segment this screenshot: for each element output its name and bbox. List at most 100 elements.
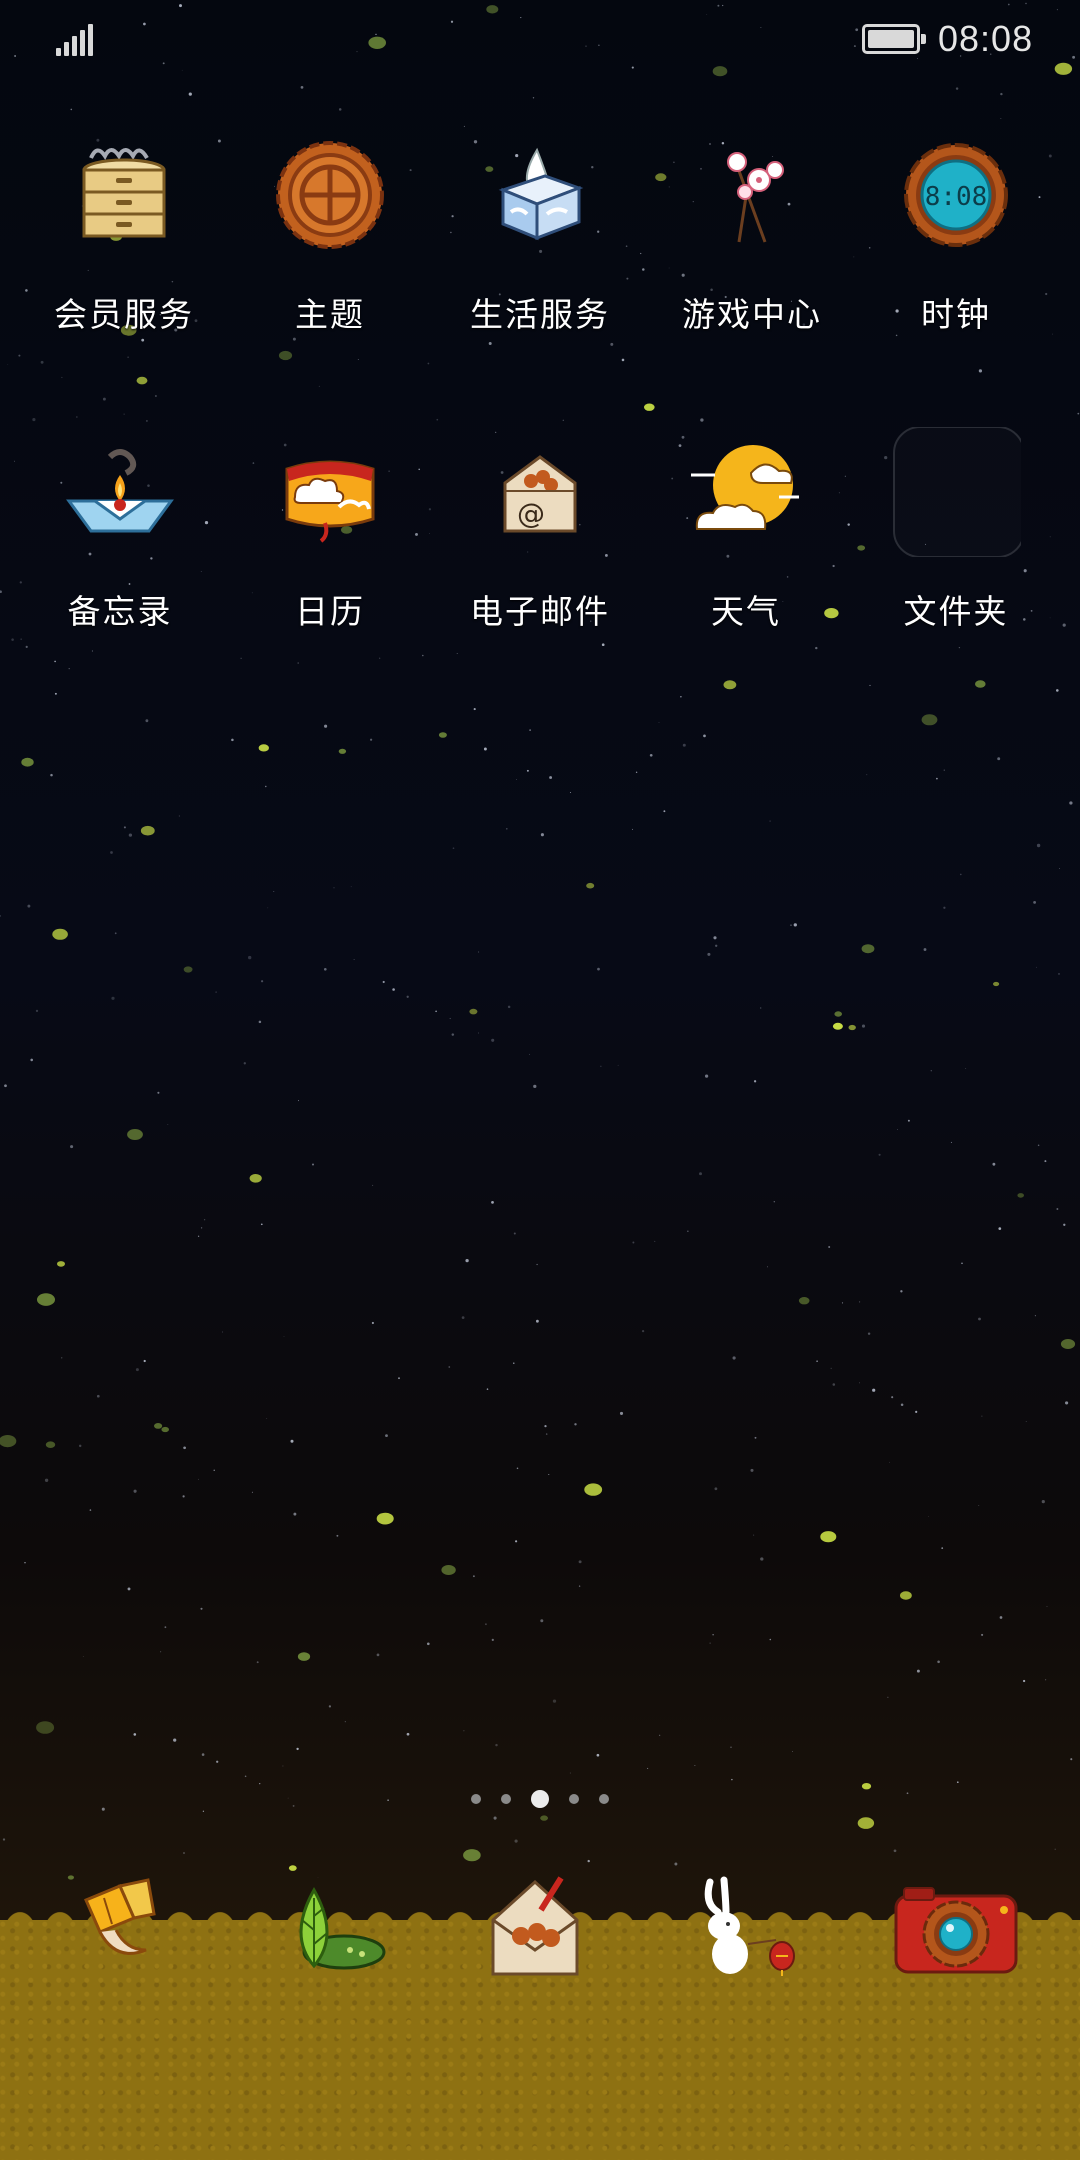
star xyxy=(548,1474,550,1475)
page-dot-active[interactable] xyxy=(531,1790,549,1808)
star xyxy=(344,1721,346,1723)
star xyxy=(1035,966,1037,968)
star xyxy=(529,1053,531,1055)
star xyxy=(610,342,614,346)
star xyxy=(515,779,517,780)
star xyxy=(68,667,70,670)
page-dot[interactable] xyxy=(501,1794,511,1804)
app-folder[interactable]: 文件夹 xyxy=(856,427,1056,633)
star xyxy=(293,1512,297,1516)
star xyxy=(1037,1144,1040,1147)
star xyxy=(640,252,642,255)
page-dot[interactable] xyxy=(599,1794,609,1804)
star xyxy=(173,1738,177,1742)
star xyxy=(658,721,660,723)
app-game-center[interactable]: 游戏中心 xyxy=(652,130,852,336)
app-weather[interactable]: 天气 xyxy=(646,427,846,633)
star xyxy=(654,1240,656,1242)
star xyxy=(923,948,927,951)
star xyxy=(178,815,181,817)
star xyxy=(549,776,553,779)
falling-leaf xyxy=(584,1483,603,1496)
star xyxy=(663,810,666,813)
app-email[interactable]: @ 电子邮件 xyxy=(440,427,640,633)
falling-leaf xyxy=(861,944,875,954)
dock-messages[interactable] xyxy=(258,1870,408,1980)
star xyxy=(324,724,328,728)
star xyxy=(587,1859,590,1863)
app-calendar[interactable]: 日历 xyxy=(230,427,430,633)
app-memo[interactable]: 备忘录 xyxy=(20,427,220,633)
star xyxy=(427,362,430,365)
star xyxy=(491,1201,494,1204)
star xyxy=(632,828,634,830)
star xyxy=(533,1084,537,1089)
star xyxy=(201,1753,205,1756)
tissue-box-icon xyxy=(498,147,584,241)
star xyxy=(596,1753,600,1757)
dock-browser[interactable] xyxy=(465,1870,615,1980)
star xyxy=(830,1367,832,1370)
star xyxy=(859,1382,860,1384)
star xyxy=(18,354,21,357)
star xyxy=(448,1366,451,1368)
app-life-service[interactable]: 生活服务 xyxy=(440,130,640,336)
falling-leaf xyxy=(469,1008,478,1015)
star xyxy=(981,1633,984,1636)
star xyxy=(461,1316,465,1319)
falling-leaf xyxy=(57,1261,65,1267)
dock-camera[interactable] xyxy=(880,1870,1030,1980)
moon-cloud-icon xyxy=(691,445,799,530)
star xyxy=(1058,973,1060,975)
star xyxy=(682,743,686,747)
cloud-calendar-icon xyxy=(285,460,375,543)
star xyxy=(350,886,352,888)
star xyxy=(473,708,476,711)
star xyxy=(545,1433,548,1435)
app-clock[interactable]: 8:08 时钟 xyxy=(856,130,1056,336)
star xyxy=(128,833,133,837)
page-indicator[interactable] xyxy=(0,1787,1080,1811)
star xyxy=(203,1219,206,1221)
star xyxy=(578,1560,582,1564)
star xyxy=(878,1153,881,1156)
star xyxy=(102,397,106,401)
star xyxy=(96,1394,100,1398)
app-theme[interactable]: 主题 xyxy=(230,130,430,336)
app-label: 会员服务 xyxy=(54,295,194,334)
page-dot[interactable] xyxy=(569,1794,579,1804)
star xyxy=(841,1302,844,1304)
star xyxy=(1062,623,1066,627)
star xyxy=(1033,900,1037,904)
star xyxy=(493,1816,497,1820)
dock-contacts[interactable] xyxy=(672,1870,822,1980)
star xyxy=(353,959,355,960)
star xyxy=(900,1290,903,1293)
falling-leaf xyxy=(834,1011,842,1017)
star xyxy=(145,419,148,422)
star xyxy=(1034,1315,1036,1317)
page-dot[interactable] xyxy=(471,1794,481,1804)
star xyxy=(216,1760,219,1763)
star xyxy=(259,1782,261,1785)
star xyxy=(261,980,264,983)
star xyxy=(714,1487,718,1491)
star xyxy=(27,904,31,908)
star xyxy=(465,1258,469,1263)
star xyxy=(992,1162,996,1166)
star xyxy=(950,1141,952,1143)
star xyxy=(769,1638,772,1641)
battery-icon xyxy=(862,24,926,54)
falling-leaf xyxy=(297,1652,311,1661)
star xyxy=(978,369,983,373)
falling-leaf xyxy=(278,350,293,361)
home-screen: 08:08 会员服务 主题 生活服务 游戏中心 8:08 时钟 备忘录 日历 @… xyxy=(0,0,1080,2160)
star xyxy=(40,360,44,364)
dock-phone[interactable] xyxy=(50,1870,200,1980)
star xyxy=(89,1509,92,1511)
app-member-service[interactable]: 会员服务 xyxy=(24,130,224,336)
star xyxy=(141,338,145,342)
star xyxy=(297,662,299,664)
app-label: 备忘录 xyxy=(67,592,173,631)
blossom-branch-icon xyxy=(727,152,784,243)
